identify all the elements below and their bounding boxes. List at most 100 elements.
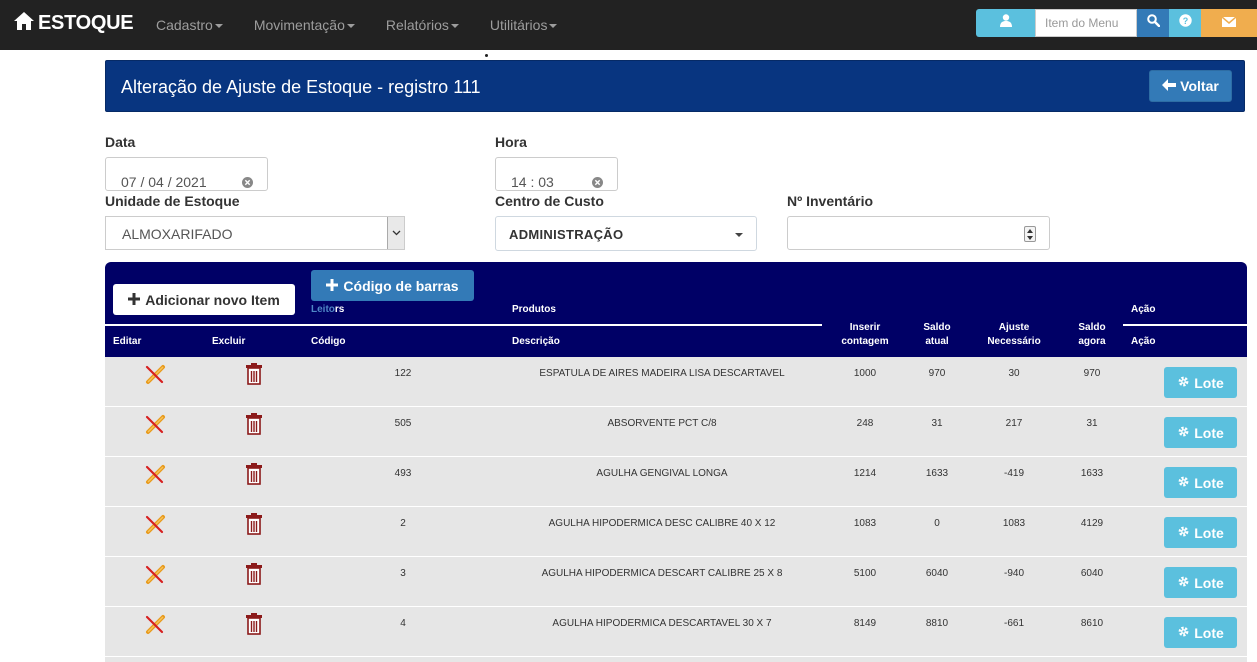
edit-icon[interactable] xyxy=(144,613,166,640)
lote-label: Lote xyxy=(1194,424,1224,441)
lote-button[interactable]: Lote xyxy=(1164,417,1237,448)
caret-down-icon xyxy=(549,24,558,28)
item-ajuste: -661 xyxy=(1003,618,1024,629)
navbar-actions: ? xyxy=(976,9,1257,37)
add-item-button[interactable]: Adicionar novo Item xyxy=(113,284,295,315)
item-saldo-atual: 970 xyxy=(928,368,946,379)
page-header-panel: Alteração de Ajuste de Estoque - registr… xyxy=(105,60,1245,112)
col-code: Código xyxy=(311,336,346,347)
user-icon xyxy=(999,14,1012,32)
menu-label: Movimentação xyxy=(253,17,345,33)
edit-icon[interactable] xyxy=(144,463,166,490)
gear-icon xyxy=(1177,375,1190,391)
date-field[interactable]: 07 / 04 / 2021 xyxy=(105,157,268,191)
date-value: 07 / 04 / 2021 xyxy=(121,174,207,190)
main-menu: Cadastro Movimentação Relatórios Utilitá… xyxy=(156,0,588,50)
time-field[interactable]: 14 : 03 xyxy=(495,157,618,191)
brand-link[interactable]: ESTOQUE xyxy=(14,12,134,35)
col-saldo-agora: Saldo agora xyxy=(1078,322,1106,347)
user-button[interactable] xyxy=(976,9,1035,37)
home-icon xyxy=(14,12,34,35)
item-code: 505 xyxy=(394,418,412,429)
edit-icon[interactable] xyxy=(144,413,166,440)
table-row: 505 ABSORVENTE PCT C/8 248 31 217 31 Lote xyxy=(105,407,1247,457)
lote-button[interactable]: Lote xyxy=(1164,467,1237,498)
loading-dot xyxy=(485,54,488,57)
item-count[interactable]: 1083 xyxy=(830,518,900,529)
lote-label: Lote xyxy=(1194,524,1224,541)
edit-icon[interactable] xyxy=(144,563,166,590)
barcode-label: Código de barras xyxy=(343,277,459,294)
help-button[interactable]: ? xyxy=(1169,9,1201,37)
stock-unit-value: ALMOXARIFADO xyxy=(122,226,233,242)
delete-icon[interactable] xyxy=(245,563,263,590)
gear-icon xyxy=(1177,625,1190,641)
cost-center-select[interactable]: ADMINISTRAÇÃO xyxy=(495,216,757,251)
menu-search-input[interactable] xyxy=(1035,9,1137,37)
menu-utilitarios[interactable]: Utilitários xyxy=(490,17,558,33)
search-button[interactable] xyxy=(1137,9,1169,37)
menu-label: Utilitários xyxy=(489,17,548,33)
delete-icon[interactable] xyxy=(245,413,263,440)
item-count[interactable]: 5100 xyxy=(830,568,900,579)
action-group-header: Ação xyxy=(1131,304,1156,315)
mail-button[interactable] xyxy=(1201,9,1257,37)
item-saldo-agora: 8610 xyxy=(1080,618,1104,629)
inventory-number-input[interactable] xyxy=(787,216,1050,250)
lote-button[interactable]: Lote xyxy=(1164,567,1237,598)
date-label: Data xyxy=(105,134,136,150)
delete-icon[interactable] xyxy=(245,463,263,490)
menu-movimentacao[interactable]: Movimentação xyxy=(254,17,355,33)
lote-label: Lote xyxy=(1194,624,1224,641)
item-description: AGULHA HIPODERMICA DESC CALIBRE 40 X 12 xyxy=(548,518,776,529)
caret-down-icon xyxy=(346,24,355,28)
plus-icon xyxy=(326,278,339,294)
menu-relatorios[interactable]: Relatórios xyxy=(386,17,459,33)
cost-center-value: ADMINISTRAÇÃO xyxy=(509,227,624,242)
header-divider xyxy=(105,324,822,326)
edit-icon[interactable] xyxy=(144,513,166,540)
item-count[interactable]: 248 xyxy=(830,418,900,429)
item-saldo-atual: 6040 xyxy=(925,568,949,579)
stock-unit-select[interactable]: ALMOXARIFADO xyxy=(105,216,405,250)
clear-time-icon[interactable] xyxy=(592,175,603,191)
item-count[interactable]: 1000 xyxy=(830,368,900,379)
item-code: 493 xyxy=(394,468,412,479)
page-title: Alteração de Ajuste de Estoque - registr… xyxy=(121,77,481,97)
caret-down-icon xyxy=(450,24,459,28)
table-row: 4 AGULHA HIPODERMICA DESCARTAVEL 30 X 7 81… xyxy=(105,607,1247,657)
item-code: 3 xyxy=(400,568,406,579)
lote-button[interactable]: Lote xyxy=(1164,367,1237,398)
back-button[interactable]: Voltar xyxy=(1149,70,1232,102)
item-description: AGULHA HIPODERMICA DESCART CALIBRE 25 X … xyxy=(541,568,783,579)
caret-down-icon xyxy=(735,233,743,237)
lote-button[interactable]: Lote xyxy=(1164,617,1237,648)
col-action: Ação xyxy=(1131,336,1156,347)
number-spinner-icon[interactable] xyxy=(1024,226,1036,242)
delete-icon[interactable] xyxy=(245,513,263,540)
col-ajuste: Ajuste Necessário xyxy=(987,322,1041,347)
search-icon xyxy=(1146,14,1160,32)
col-description: Descrição xyxy=(512,336,560,347)
menu-label: Relatórios xyxy=(385,17,449,33)
item-saldo-agora: 1633 xyxy=(1080,468,1104,479)
products-group-header: Produtos xyxy=(512,304,556,315)
inventory-number-label: Nº Inventário xyxy=(787,193,874,209)
item-saldo-atual: 31 xyxy=(931,418,943,429)
col-saldo-atual: Saldo atual xyxy=(923,322,951,347)
item-description: AGULHA HIPODERMICA DESCARTAVEL 30 X 7 xyxy=(552,618,772,629)
lote-label: Lote xyxy=(1194,574,1224,591)
item-count[interactable]: 8149 xyxy=(830,618,900,629)
item-saldo-agora: 4129 xyxy=(1080,518,1104,529)
edit-icon[interactable] xyxy=(144,363,166,390)
item-count[interactable]: 1214 xyxy=(830,468,900,479)
menu-cadastro[interactable]: Cadastro xyxy=(156,17,223,33)
delete-icon[interactable] xyxy=(245,363,263,390)
table-row: 3 AGULHA HIPODERMICA DESCART CALIBRE 25 X… xyxy=(105,557,1247,607)
clear-date-icon[interactable] xyxy=(242,175,253,191)
lote-label: Lote xyxy=(1194,474,1224,491)
delete-icon[interactable] xyxy=(245,613,263,640)
lote-button[interactable]: Lote xyxy=(1164,517,1237,548)
items-table-header: Adicionar novo Item Código de barras Lei… xyxy=(105,262,1247,357)
barcode-button[interactable]: Código de barras xyxy=(311,270,474,301)
